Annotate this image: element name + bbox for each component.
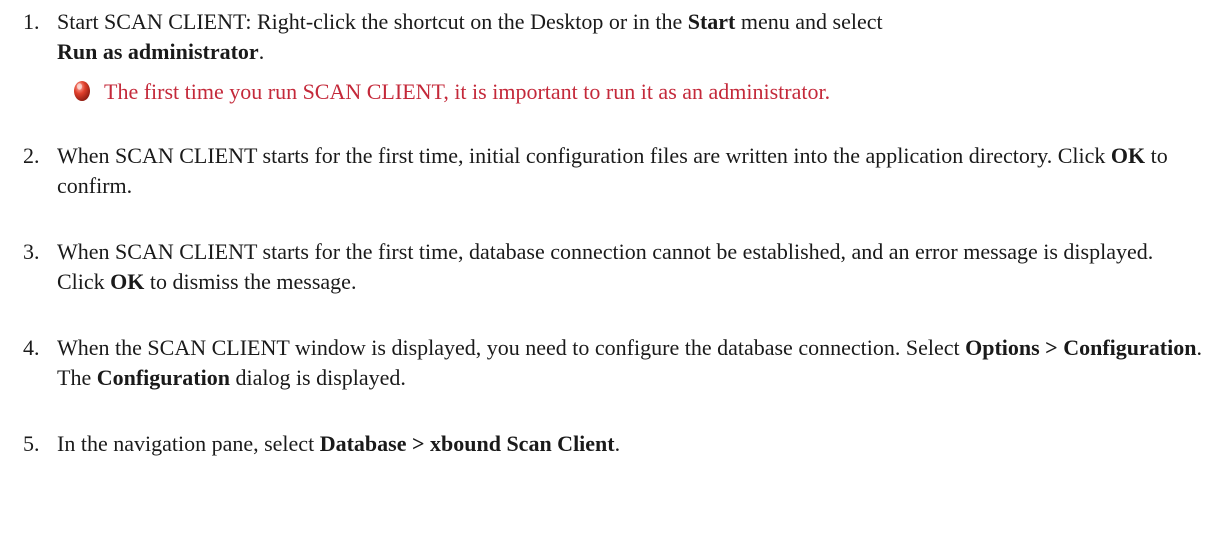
step-text: Start SCAN CLIENT: Right-click the short… (57, 7, 1203, 67)
ui-term-database-xbound-scan-client: Database > xbound Scan Client (319, 431, 615, 456)
step-text: In the navigation pane, select Database … (57, 429, 1203, 459)
step-text-part: dialog is displayed. (229, 365, 406, 390)
step-4: 4. When the SCAN CLIENT window is displa… (23, 333, 1203, 393)
ui-term-options-configuration: Options > Configuration (965, 335, 1197, 360)
important-icon (74, 81, 90, 101)
step-text: When SCAN CLIENT starts for the first ti… (57, 237, 1203, 297)
step-text-part: Start SCAN CLIENT: Right-click the short… (57, 9, 688, 34)
step-2: 2. When SCAN CLIENT starts for the first… (23, 141, 1203, 201)
step-number: 1. (23, 9, 40, 34)
step-number: 2. (23, 143, 40, 168)
step-number: 4. (23, 335, 40, 360)
step-text-part: . (258, 39, 265, 64)
step-5: 5. In the navigation pane, select Databa… (23, 429, 1203, 459)
step-text-part: When SCAN CLIENT starts for the first ti… (57, 143, 1111, 168)
ui-term-ok: OK (1110, 143, 1146, 168)
step-text-part: menu and select (735, 9, 883, 34)
step-text-part: to dismiss the message. (144, 269, 357, 294)
step-text-part: . (614, 431, 621, 456)
step-text-part: When the SCAN CLIENT window is displayed… (57, 335, 966, 360)
step-text-part: In the navigation pane, select (57, 431, 320, 456)
ui-term-start: Start (687, 9, 736, 34)
ui-term-run-as-administrator: Run as administrator (57, 39, 259, 64)
ui-term-configuration: Configuration (96, 365, 230, 390)
document-page: 1. Start SCAN CLIENT: Right-click the sh… (0, 0, 1215, 533)
step-number: 3. (23, 239, 40, 264)
note-text: The first time you run SCAN CLIENT, it i… (104, 79, 831, 104)
ui-term-ok: OK (110, 269, 145, 294)
step-number: 5. (23, 431, 40, 456)
important-note: The first time you run SCAN CLIENT, it i… (73, 77, 1193, 107)
step-1: 1. Start SCAN CLIENT: Right-click the sh… (23, 7, 1203, 67)
step-text: When the SCAN CLIENT window is displayed… (57, 333, 1203, 393)
step-3: 3. When SCAN CLIENT starts for the first… (23, 237, 1203, 297)
step-text: When SCAN CLIENT starts for the first ti… (57, 141, 1203, 201)
